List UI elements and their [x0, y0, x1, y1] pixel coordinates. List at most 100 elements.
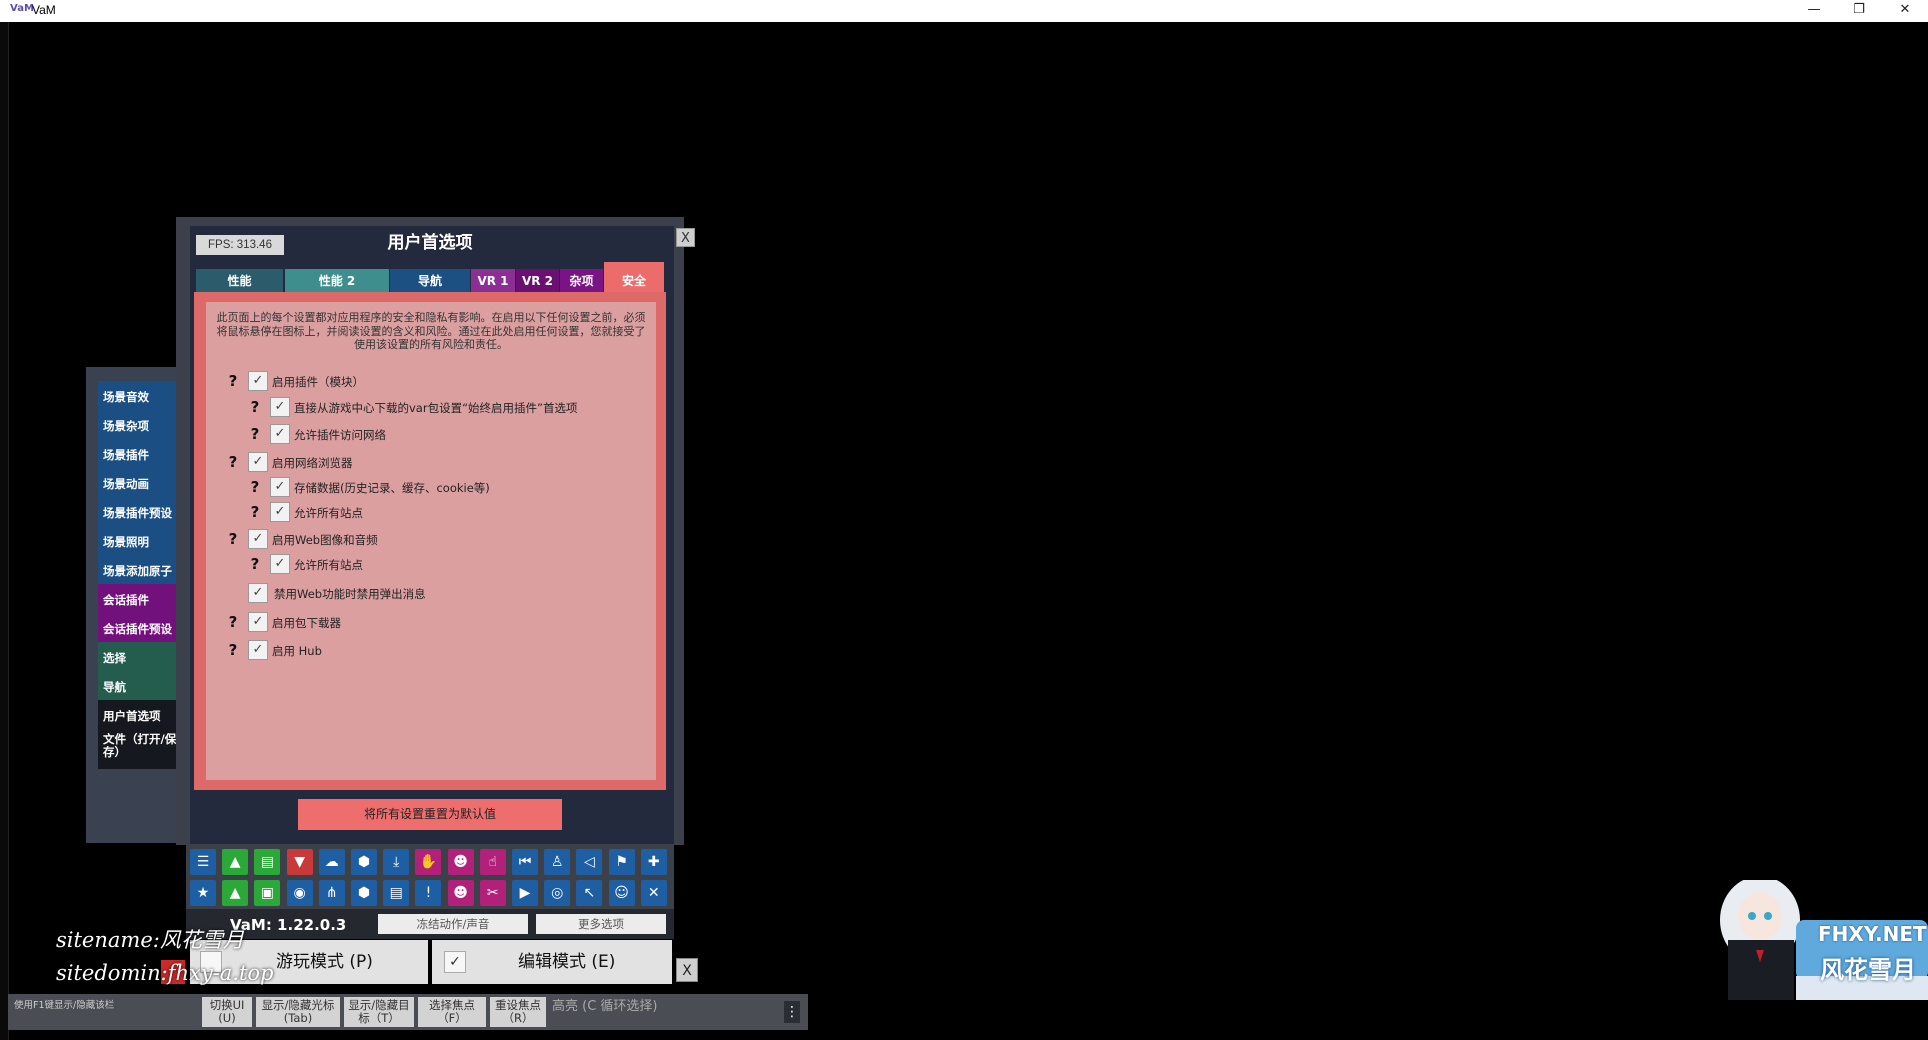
camera-icon[interactable]: ◉ — [286, 880, 313, 906]
pointer-hand-icon[interactable]: ☝ — [479, 849, 506, 875]
side-menu-item[interactable]: 场景插件 — [98, 439, 184, 471]
option-checkbox[interactable]: ✓ — [270, 397, 290, 417]
option-checkbox[interactable]: ✓ — [248, 529, 268, 549]
option-label: 启用网络浏览器 — [272, 456, 353, 470]
help-icon[interactable]: ? — [224, 371, 242, 391]
bottom-bar-button[interactable]: 重设焦点 （R） — [490, 997, 546, 1027]
edit-mode-label: 编辑模式 (E) — [518, 952, 616, 972]
target-icon[interactable]: ◎ — [544, 880, 571, 906]
option-label: 启用插件（模块） — [272, 375, 364, 389]
option-label: 存储数据(历史记录、缓存、cookie等) — [294, 481, 490, 495]
edit-mode-button[interactable]: ✓ 编辑模式 (E) — [432, 940, 672, 984]
reset-defaults-button[interactable]: 将所有设置重置为默认值 — [298, 799, 562, 830]
bottom-bar-button-shortcut: （F） — [437, 1011, 467, 1025]
help-icon[interactable]: ? — [246, 397, 264, 417]
hierarchy-icon[interactable]: ⋔ — [318, 880, 345, 906]
freeze-motion-sound-button[interactable]: 冻结动作/声音 — [378, 914, 528, 934]
panel-close-button[interactable]: X — [676, 228, 695, 247]
bottom-bar-button-shortcut: (U) — [218, 1011, 236, 1025]
option-label: 启用Web图像和音频 — [272, 533, 378, 547]
document-icon[interactable]: ▤ — [383, 880, 410, 906]
side-menu-item[interactable]: 会话插件预设 — [98, 613, 184, 645]
option-checkbox[interactable]: ✓ — [270, 502, 290, 522]
tab-1[interactable]: 性能 2 — [285, 269, 389, 293]
tools-icon[interactable]: ✕ — [640, 880, 667, 906]
side-menu-item[interactable]: 场景插件预设 — [98, 497, 184, 529]
option-checkbox[interactable]: ✓ — [248, 371, 268, 391]
person-add-icon[interactable]: ☻ — [447, 849, 474, 875]
option-checkbox[interactable]: ✓ — [270, 477, 290, 497]
tab-0[interactable]: 性能 — [196, 269, 283, 293]
side-menu-item[interactable]: 用户首选项 — [98, 700, 184, 732]
more-menu-icon[interactable]: ⋮ — [784, 1001, 800, 1023]
help-icon[interactable]: ? — [224, 452, 242, 472]
edit-mode-checkbox[interactable]: ✓ — [444, 951, 466, 973]
option-checkbox[interactable]: ✓ — [248, 612, 268, 632]
open-scene-icon[interactable]: ▲ — [222, 849, 249, 875]
side-menu-item[interactable]: 导航 — [98, 671, 184, 703]
side-menu-item[interactable]: 场景动画 — [98, 468, 184, 500]
hand-icon[interactable]: ✋ — [415, 849, 442, 875]
side-menu-item[interactable]: 场景杂项 — [98, 410, 184, 442]
side-menu-item[interactable]: 场景添加原子 — [98, 555, 184, 587]
bottom-bar-button[interactable]: 显示/隐藏目 标（T） — [344, 997, 414, 1027]
tab-3[interactable]: VR 1 — [471, 269, 515, 293]
download-icon[interactable]: ⤓ — [383, 849, 410, 875]
side-menu-item[interactable]: 选择 — [98, 642, 184, 674]
option-checkbox[interactable]: ✓ — [270, 554, 290, 574]
flag-icon[interactable]: ⚑ — [608, 849, 635, 875]
window-left-edge — [0, 22, 9, 1040]
tab-5[interactable]: 杂项 — [560, 269, 603, 293]
tab-6[interactable]: 安全 — [604, 262, 664, 293]
side-menu-item[interactable]: 会话插件 — [98, 584, 184, 616]
person-icon[interactable]: ♙ — [544, 849, 571, 875]
watermark-sitename: sitename:风花雪月 — [56, 928, 244, 952]
bottom-bar-button[interactable]: 选择焦点 （F） — [418, 997, 486, 1027]
side-menu-item[interactable]: 场景音效 — [98, 381, 184, 413]
option-checkbox[interactable]: ✓ — [248, 583, 268, 603]
bottom-bar-button[interactable]: 切换UI (U) — [202, 997, 252, 1027]
open-folder-icon[interactable]: ▲ — [222, 880, 249, 906]
add-folder-icon[interactable]: ▣ — [254, 880, 281, 906]
package-settings-icon[interactable]: ⬢ — [351, 880, 377, 906]
mode-close-button[interactable]: X — [676, 958, 698, 982]
fps-counter: FPS: 313.46 — [196, 235, 284, 255]
option-checkbox[interactable]: ✓ — [248, 452, 268, 472]
help-icon[interactable]: ? — [224, 529, 242, 549]
help-icon[interactable]: ? — [224, 640, 242, 660]
tab-4[interactable]: VR 2 — [516, 269, 559, 293]
cloud-icon[interactable]: ☁ — [318, 849, 345, 875]
help-icon[interactable]: ? — [246, 477, 264, 497]
minimize-button[interactable]: — — [1799, 2, 1829, 20]
folder-icon[interactable]: ▤ — [254, 849, 281, 875]
option-checkbox[interactable]: ✓ — [270, 424, 290, 444]
main-toolbar: ☰ ▲ ▤ ▼ ☁ ⬢ ⤓ ✋ ☻ ☝ ⏮ ♙ ◁ ⚑ ✚ ★ ▲ ▣ ◉ ⋔ ⬢ ▤! ☻ ✂ ▶ ◎ ↖ ☺ ✕ — [186, 845, 674, 909]
maximize-button[interactable]: ❐ — [1844, 2, 1874, 20]
play-icon[interactable]: ▶ — [512, 880, 538, 906]
package-icon[interactable]: ⬢ — [351, 849, 377, 875]
more-options-button[interactable]: 更多选项 — [536, 914, 666, 934]
people-icon[interactable]: ☺ — [608, 880, 635, 906]
rewind-icon[interactable]: ⏮ — [512, 849, 538, 875]
option-label: 直接从游戏中心下载的var包设置“始终启用插件”首选项 — [294, 401, 578, 415]
tool-icon[interactable]: ✂ — [479, 880, 506, 906]
option-checkbox[interactable]: ✓ — [248, 640, 268, 660]
person-remove-icon[interactable]: ☻ — [447, 880, 474, 906]
bottom-bar-button[interactable]: 显示/隐藏光标 (Tab) — [256, 997, 340, 1027]
help-icon[interactable]: ? — [224, 612, 242, 632]
tab-2[interactable]: 导航 — [390, 269, 470, 293]
cursor-icon[interactable]: ↖ — [576, 880, 603, 906]
side-menu-item[interactable]: 文件（打开/保存） — [98, 729, 184, 769]
help-icon[interactable]: ? — [246, 554, 264, 574]
menu-icon[interactable]: ☰ — [190, 849, 216, 875]
unity-icon[interactable]: ◁ — [576, 849, 603, 875]
help-icon[interactable]: ? — [246, 502, 264, 522]
bottom-bar-button-shortcut: 标（T） — [358, 1011, 400, 1025]
side-menu-item[interactable]: 场景照明 — [98, 526, 184, 558]
help-icon[interactable]: ? — [246, 424, 264, 444]
alert-icon[interactable]: ! — [415, 880, 442, 906]
star-icon[interactable]: ★ — [190, 880, 216, 906]
close-window-button[interactable]: ✕ — [1890, 2, 1920, 20]
save-scene-icon[interactable]: ▼ — [286, 849, 313, 875]
add-icon[interactable]: ✚ — [640, 849, 667, 875]
